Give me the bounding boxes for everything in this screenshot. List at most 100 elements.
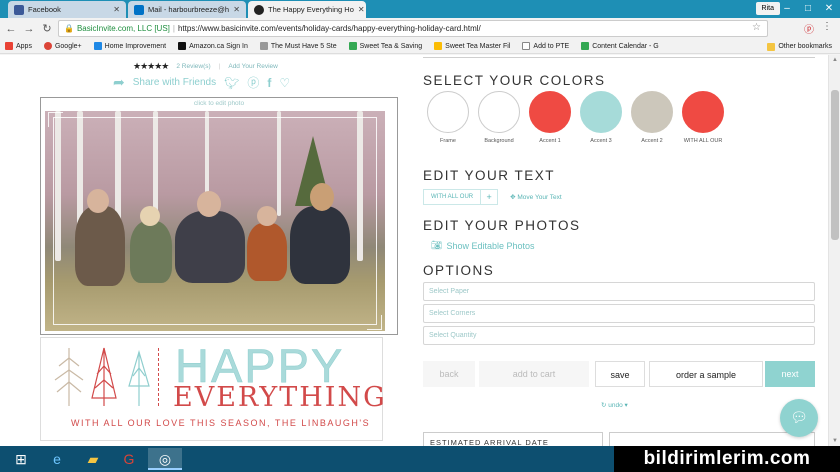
family-photo[interactable]: [45, 111, 385, 331]
bookmark-label: Home Improvement: [104, 42, 167, 50]
tab-label: The Happy Everything Ho: [268, 5, 354, 14]
select-paper[interactable]: Select Paper: [423, 282, 815, 301]
swatch-label: Accent 2: [641, 138, 663, 144]
internet-explorer-icon[interactable]: e: [40, 448, 74, 470]
bookmark-sweet-tea[interactable]: Sweet Tea & Saving: [348, 42, 422, 50]
tab-label: Facebook: [28, 5, 61, 14]
card-tagline: WITH ALL OUR LOVE THIS SEASON, THE LINBA…: [71, 418, 371, 428]
heart-icon[interactable]: ♡: [279, 76, 290, 90]
scroll-thumb[interactable]: [831, 90, 839, 240]
dashed-divider: [158, 348, 159, 406]
color-swatch[interactable]: [427, 91, 469, 133]
show-editable-photos-link[interactable]: 📷︎ Show Editable Photos: [431, 240, 535, 251]
divider: [423, 57, 815, 58]
page-scrollbar[interactable]: ▲ ▼: [828, 55, 840, 446]
color-swatch[interactable]: [631, 91, 673, 133]
undo-label: undo: [608, 402, 623, 409]
twitter-icon[interactable]: 🐦︎: [224, 76, 239, 90]
card-headline-everything: EVERYTHING: [173, 382, 387, 413]
edit-text-title: EDIT YOUR TEXT: [423, 168, 556, 183]
bookmark-add-to-pte[interactable]: Add to PTE: [522, 42, 569, 50]
bookmark-amazon[interactable]: Amazon.ca Sign In: [178, 42, 248, 50]
bookmark-apps[interactable]: Apps: [5, 42, 32, 50]
share-label[interactable]: Share with Friends: [133, 77, 216, 88]
next-button[interactable]: next: [765, 361, 815, 387]
apps-icon: [5, 42, 13, 50]
bookmark-must-have[interactable]: The Must Have 5 Ste: [259, 42, 337, 50]
swatch-accent-2[interactable]: Accent 2: [630, 91, 674, 145]
close-window-icon[interactable]: ✕: [818, 0, 840, 18]
move-text-link[interactable]: ✥ Move Your Text: [510, 193, 562, 201]
pinterest-icon[interactable]: ⓟ: [804, 21, 814, 36]
secure-label: BasicInvite.com, LLC [US]: [76, 24, 170, 33]
tab-facebook[interactable]: Facebook ✕: [8, 1, 126, 18]
minimize-icon[interactable]: –: [776, 0, 798, 18]
close-icon[interactable]: ✕: [358, 5, 365, 14]
swatch-with-all-our[interactable]: WITH ALL OUR: [681, 91, 725, 145]
tab-happy-everything[interactable]: The Happy Everything Ho ✕: [248, 1, 366, 18]
facebook-icon[interactable]: f: [267, 76, 271, 90]
color-swatch[interactable]: [529, 91, 571, 133]
file-explorer-icon[interactable]: ▰: [76, 448, 110, 470]
add-to-cart-button[interactable]: add to cart: [479, 361, 589, 387]
review-count-link[interactable]: 2 Review(s): [176, 63, 210, 70]
other-bookmarks[interactable]: Other bookmarks: [767, 39, 832, 54]
browser-tab-strip: Facebook ✕ Mail - harbourbreeze@h ✕ The …: [0, 0, 840, 18]
swatch-accent-1[interactable]: Accent 1: [528, 91, 572, 145]
arrival-date-field[interactable]: [609, 432, 815, 446]
url-text: https://www.basicinvite.com/events/holid…: [177, 24, 481, 33]
chrome-icon[interactable]: ◎: [148, 448, 182, 470]
bookmark-label: Add to PTE: [533, 42, 570, 50]
swatch-frame[interactable]: Frame: [426, 91, 470, 145]
windows-start-icon[interactable]: ⊞: [4, 448, 38, 470]
swatch-label: Accent 3: [590, 138, 612, 144]
forward-arrow-icon[interactable]: →: [22, 22, 36, 36]
pinterest-icon[interactable]: ⓟ: [247, 74, 259, 91]
undo-link[interactable]: ↻ undo ▾: [601, 401, 628, 409]
menu-icon[interactable]: ⋮: [822, 21, 832, 36]
close-icon[interactable]: ✕: [113, 5, 120, 14]
facebook-icon: [14, 4, 24, 15]
show-photos-label: Show Editable Photos: [446, 240, 535, 251]
card-text-area[interactable]: HAPPY EVERYTHING WITH ALL OUR LOVE THIS …: [40, 337, 385, 441]
scroll-up-icon[interactable]: ▲: [829, 55, 840, 65]
add-text-button[interactable]: +: [480, 189, 499, 205]
select-quantity[interactable]: Select Quantity: [423, 326, 815, 345]
page-icon: [522, 42, 531, 50]
color-swatch[interactable]: [478, 91, 520, 133]
maximize-icon[interactable]: □: [797, 0, 819, 18]
page-icon: [259, 42, 268, 50]
tab-label: Mail - harbourbreeze@h: [148, 5, 229, 14]
select-corners[interactable]: Select Corners: [423, 304, 815, 323]
back-button[interactable]: back: [423, 361, 475, 387]
swatch-label: Frame: [440, 138, 456, 144]
url-bar[interactable]: 🔒 BasicInvite.com, LLC [US] | https://ww…: [58, 20, 768, 37]
bookmark-content-calendar[interactable]: Content Calendar - G: [581, 42, 659, 50]
color-swatch[interactable]: [580, 91, 622, 133]
share-icon: ➦: [113, 74, 125, 90]
save-button[interactable]: save: [595, 361, 645, 387]
bookmark-star-icon[interactable]: ☆: [752, 22, 761, 33]
bookmark-label: Amazon.ca Sign In: [189, 42, 248, 50]
add-review-link[interactable]: Add Your Review: [228, 63, 278, 70]
swatch-background[interactable]: Background: [477, 91, 521, 145]
close-icon[interactable]: ✕: [233, 5, 240, 14]
address-row: ← → ↻ 🔒 BasicInvite.com, LLC [US] | http…: [0, 18, 840, 39]
chat-icon[interactable]: 💬︎: [780, 399, 818, 437]
camera-icon: 📷︎: [431, 240, 443, 250]
card-photo-frame[interactable]: click to edit photo: [40, 97, 398, 335]
back-arrow-icon[interactable]: ←: [4, 22, 18, 36]
bookmark-home-improvement[interactable]: Home Improvement: [93, 42, 167, 50]
reload-icon[interactable]: ↻: [40, 22, 54, 36]
color-swatch[interactable]: [682, 91, 724, 133]
swatch-accent-3[interactable]: Accent 3: [579, 91, 623, 145]
bookmark-google-plus[interactable]: Google+: [43, 42, 82, 50]
text-line-chip[interactable]: WITH ALL OUR: [423, 189, 482, 205]
tab-mail[interactable]: Mail - harbourbreeze@h ✕: [128, 1, 246, 18]
google-plus-icon[interactable]: G: [112, 448, 146, 470]
bookmarks-bar: Apps Google+ Home Improvement Amazon.ca …: [0, 39, 840, 54]
scroll-down-icon[interactable]: ▼: [829, 436, 840, 446]
watermark: bildirimlerim.com: [614, 446, 840, 472]
order-sample-button[interactable]: order a sample: [649, 361, 763, 387]
bookmark-sweet-tea-master[interactable]: Sweet Tea Master Fil: [434, 42, 510, 50]
